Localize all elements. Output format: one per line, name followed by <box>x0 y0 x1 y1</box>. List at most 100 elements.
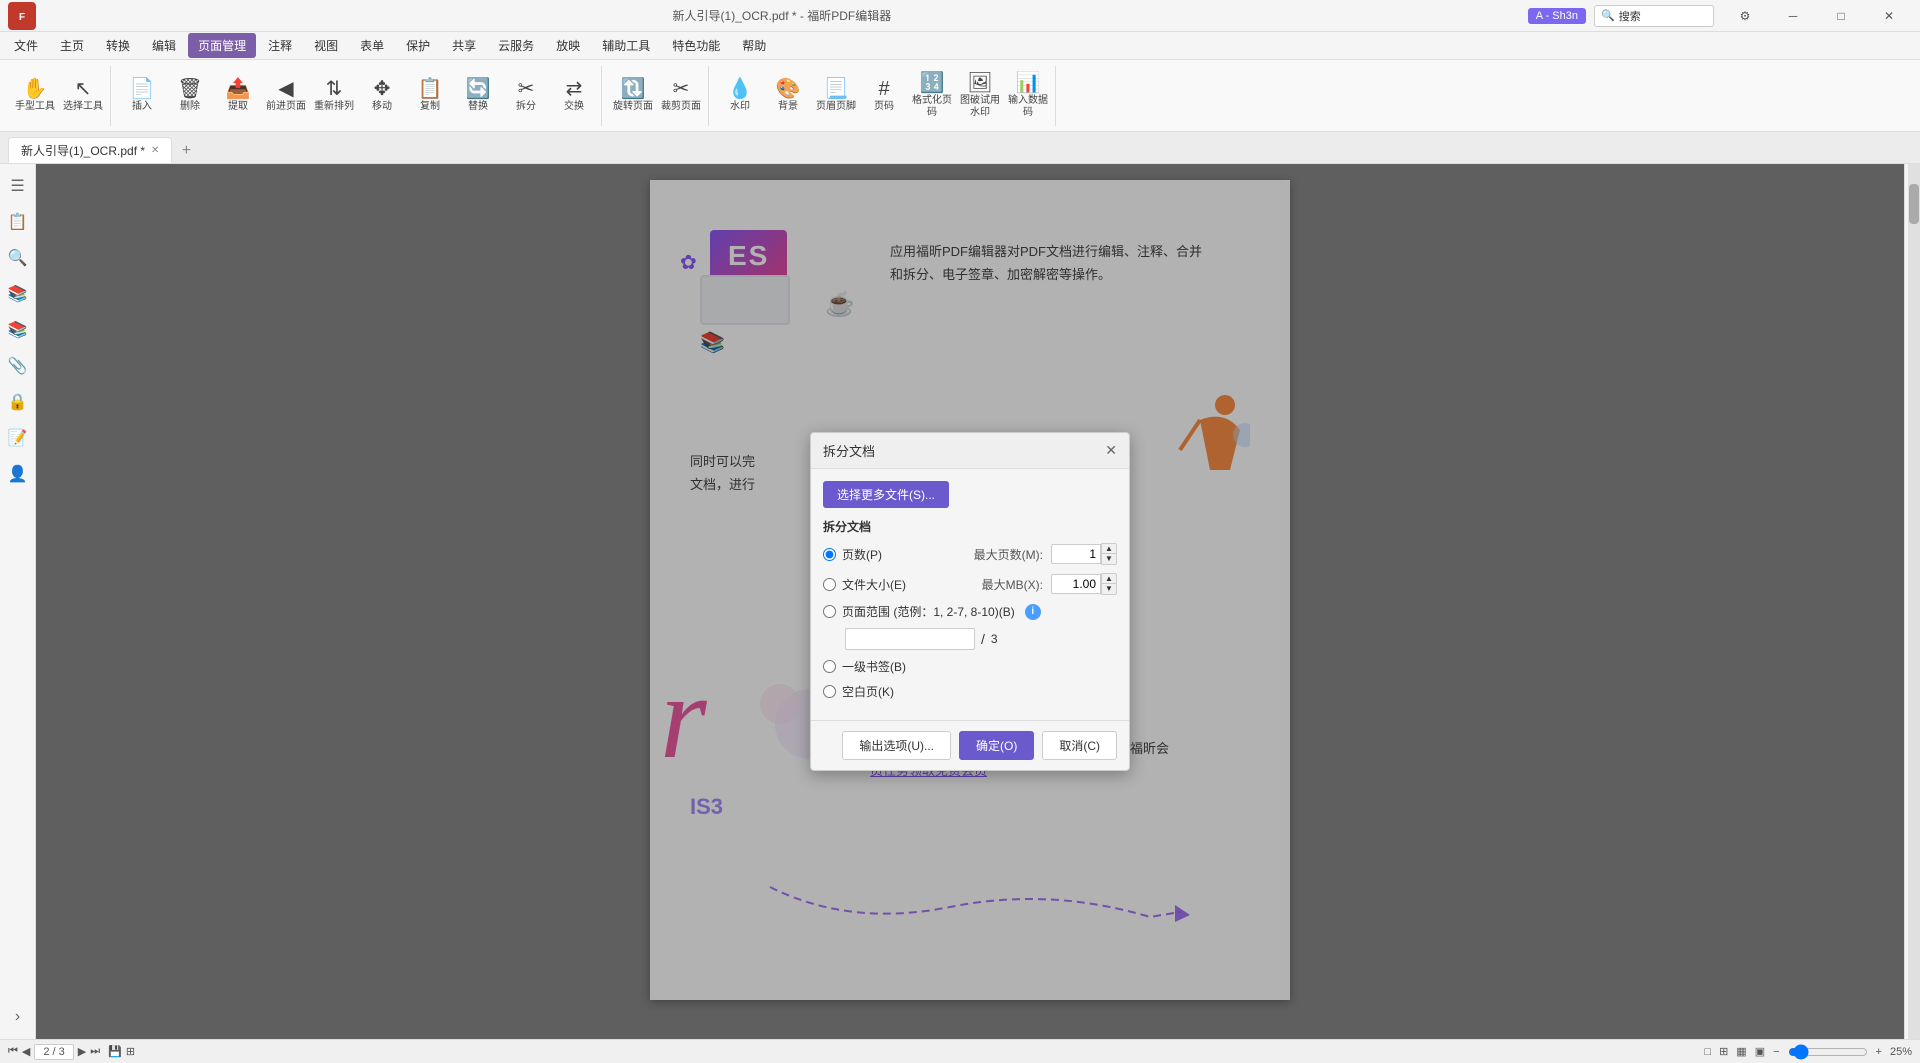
swap-label: 交换 <box>564 101 584 113</box>
radio-pages[interactable] <box>823 548 836 561</box>
sidebar-icon-user[interactable]: 👤 <box>4 460 32 488</box>
nav-next-button[interactable]: ▶ <box>78 1045 86 1058</box>
page-range-input[interactable] <box>845 628 975 650</box>
insert-button[interactable]: 📄 插入 <box>119 69 165 123</box>
headerfooter-button[interactable]: 📃 页眉页脚 <box>813 69 859 123</box>
forward-button[interactable]: ◀ 前进页面 <box>263 69 309 123</box>
settings-icon[interactable]: ⚙ <box>1722 2 1768 30</box>
max-pages-up[interactable]: ▲ <box>1101 543 1117 554</box>
scroll-thumb[interactable] <box>1909 184 1919 224</box>
delete-button[interactable]: 🗑 删除 <box>167 69 213 123</box>
max-mb-value[interactable] <box>1051 574 1101 594</box>
menu-features[interactable]: 特色功能 <box>662 33 730 58</box>
view-split-icon[interactable]: ▦ <box>1736 1045 1746 1058</box>
save-icon[interactable]: 💾 <box>108 1045 122 1058</box>
view-other-icon[interactable]: ▣ <box>1755 1045 1765 1058</box>
crop-button[interactable]: ✂ 裁剪页面 <box>658 69 704 123</box>
menu-share[interactable]: 共享 <box>442 33 486 58</box>
dialog-close-button[interactable]: ✕ <box>1105 442 1117 459</box>
sidebar-icon-pages[interactable]: 📋 <box>4 208 32 236</box>
zoom-out-button[interactable]: − <box>1773 1046 1779 1058</box>
dialog-body: 选择更多文件(S)... 拆分文档 页数(P) 最大页数(M): <box>811 469 1129 720</box>
minimize-button[interactable]: ─ <box>1770 2 1816 30</box>
menu-edit[interactable]: 编辑 <box>142 33 186 58</box>
swap-button[interactable]: ⇄ 交换 <box>551 69 597 123</box>
menu-file[interactable]: 文件 <box>4 33 48 58</box>
max-mb-input[interactable]: ▲ ▼ <box>1051 573 1117 595</box>
sidebar-icon-comments[interactable]: 📝 <box>4 424 32 452</box>
sidebar-icon-bookmarks[interactable]: 📚 <box>4 280 32 308</box>
max-pages-value[interactable] <box>1051 544 1101 564</box>
menu-view[interactable]: 视图 <box>304 33 348 58</box>
zoom-in-button[interactable]: + <box>1876 1046 1882 1058</box>
info-icon[interactable]: i <box>1025 604 1041 620</box>
insert-label: 插入 <box>132 101 152 113</box>
search-box[interactable]: 🔍 搜索 <box>1594 5 1714 27</box>
max-mb-up[interactable]: ▲ <box>1101 573 1117 584</box>
menu-pages[interactable]: 页面管理 <box>188 33 256 58</box>
radio-bookmark[interactable] <box>823 660 836 673</box>
sidebar-icon-layers[interactable]: 📚 <box>4 316 32 344</box>
split-document-dialog: 拆分文档 ✕ 选择更多文件(S)... 拆分文档 页数(P) <box>810 432 1130 771</box>
extract-button[interactable]: 📤 提取 <box>215 69 261 123</box>
sidebar-expand-button[interactable]: › <box>4 1003 32 1031</box>
menu-comment[interactable]: 注释 <box>258 33 302 58</box>
select-files-button[interactable]: 选择更多文件(S)... <box>823 481 949 508</box>
tabbar: 新人引导(1)_OCR.pdf * ✕ + <box>0 132 1920 164</box>
reorder-button[interactable]: ⇅ 重新排列 <box>311 69 357 123</box>
maximize-button[interactable]: □ <box>1818 2 1864 30</box>
split-icon: ✂ <box>518 79 535 99</box>
sidebar-right <box>1904 164 1920 1039</box>
menu-assist[interactable]: 辅助工具 <box>592 33 660 58</box>
view-grid-icon[interactable]: ⊞ <box>1719 1045 1728 1058</box>
max-mb-down[interactable]: ▼ <box>1101 584 1117 595</box>
tab-main[interactable]: 新人引导(1)_OCR.pdf * ✕ <box>8 137 172 163</box>
headerfooter-label: 页眉页脚 <box>816 101 856 113</box>
max-pages-down[interactable]: ▼ <box>1101 554 1117 565</box>
select-tool-button[interactable]: ↖ 选择工具 <box>60 69 106 123</box>
radio-bookmark-row: 一级书签(B) <box>823 658 1117 675</box>
nav-first-button[interactable]: ⏮ <box>8 1045 18 1058</box>
radio-blankpage[interactable] <box>823 685 836 698</box>
output-options-button[interactable]: 输出选项(U)... <box>842 731 951 760</box>
menu-cloud[interactable]: 云服务 <box>488 33 544 58</box>
radio-pagerange[interactable] <box>823 605 836 618</box>
pagenum-button[interactable]: # 页码 <box>861 69 907 123</box>
menu-form[interactable]: 表单 <box>350 33 394 58</box>
trial-watermark-button[interactable]: 🖼 图破试用水印 <box>957 69 1003 123</box>
trial-watermark-label: 图破试用水印 <box>957 95 1003 119</box>
watermark-button[interactable]: 💧 水印 <box>717 69 763 123</box>
menu-help[interactable]: 帮助 <box>732 33 776 58</box>
copy-button[interactable]: 📋 复制 <box>407 69 453 123</box>
ok-button[interactable]: 确定(O) <box>959 731 1034 760</box>
rotate-button[interactable]: 🔃 旋转页面 <box>610 69 656 123</box>
background-button[interactable]: 🎨 背景 <box>765 69 811 123</box>
scrollbar[interactable] <box>1908 164 1920 1039</box>
tab-add-button[interactable]: + <box>174 139 198 163</box>
menu-protect[interactable]: 保护 <box>396 33 440 58</box>
max-pages-input[interactable]: ▲ ▼ <box>1051 543 1117 565</box>
menu-present[interactable]: 放映 <box>546 33 590 58</box>
hand-tool-button[interactable]: ✋ 手型工具 <box>12 69 58 123</box>
tab-close-button[interactable]: ✕ <box>151 145 159 156</box>
move-button[interactable]: ✥ 移动 <box>359 69 405 123</box>
sidebar-icon-security[interactable]: 🔒 <box>4 388 32 416</box>
input-code-button[interactable]: 📊 输入数据码 <box>1005 69 1051 123</box>
replace-button[interactable]: 🔄 替换 <box>455 69 501 123</box>
sidebar-icon-menu[interactable]: ☰ <box>4 172 32 200</box>
page-display[interactable]: 2 / 3 <box>34 1044 73 1060</box>
pages-view-icon[interactable]: ⊞ <box>126 1045 135 1058</box>
close-button[interactable]: ✕ <box>1866 2 1912 30</box>
sidebar-icon-search[interactable]: 🔍 <box>4 244 32 272</box>
zoom-slider[interactable] <box>1788 1044 1868 1060</box>
format-pagenum-button[interactable]: 🔢 格式化页码 <box>909 69 955 123</box>
menu-home[interactable]: 主页 <box>50 33 94 58</box>
nav-last-button[interactable]: ⏭ <box>90 1045 100 1058</box>
menu-convert[interactable]: 转换 <box>96 33 140 58</box>
nav-prev-button[interactable]: ◀ <box>22 1045 30 1058</box>
sidebar-icon-attachments[interactable]: 📎 <box>4 352 32 380</box>
view-single-icon[interactable]: □ <box>1704 1046 1711 1058</box>
cancel-button[interactable]: 取消(C) <box>1042 731 1117 760</box>
split-button[interactable]: ✂ 拆分 <box>503 69 549 123</box>
radio-filesize[interactable] <box>823 578 836 591</box>
